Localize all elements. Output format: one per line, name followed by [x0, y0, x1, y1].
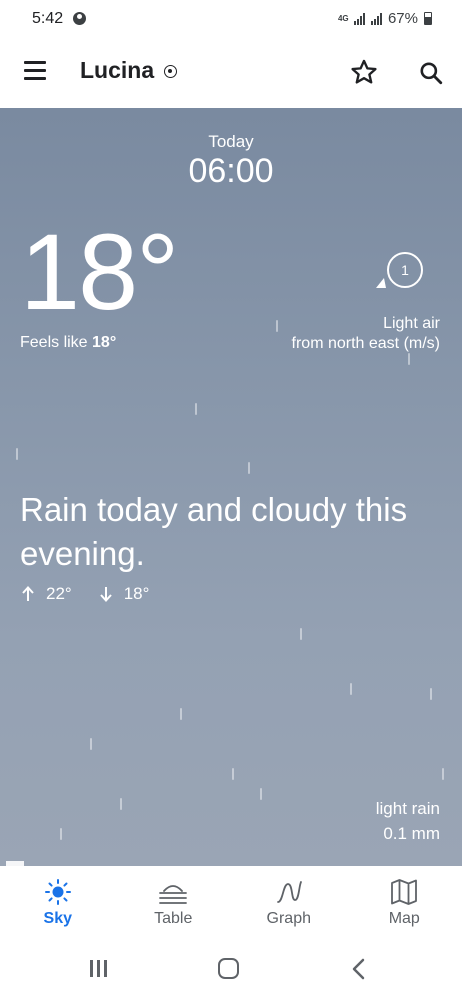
table-icon [159, 885, 188, 904]
wind-direction: from north east (m/s) [291, 335, 440, 352]
nav-sky-label: Sky [43, 910, 72, 927]
precipitation: light rain 0.1 mm [376, 796, 440, 846]
feels-like-value: 18° [92, 334, 117, 351]
rain-drop [60, 828, 62, 840]
sun-icon [44, 879, 71, 905]
rain-drop [430, 688, 432, 700]
battery-icon [424, 12, 432, 25]
forecast-day: Today [208, 132, 254, 151]
bottom-navigation: Sky Table Graph Map [0, 866, 462, 938]
account-status-icon [73, 12, 86, 25]
favorite-star-icon[interactable] [350, 58, 378, 86]
nav-graph-label: Graph [266, 910, 311, 927]
signal-icon-2 [370, 12, 382, 25]
current-temperature: 18° [20, 211, 179, 332]
system-navigation-bar [0, 938, 462, 1000]
rain-drop [120, 798, 122, 810]
signal-icon [353, 12, 365, 25]
rain-drop [276, 320, 278, 332]
rain-drop [90, 738, 92, 750]
menu-icon[interactable] [24, 61, 48, 81]
current-location-icon [164, 65, 177, 78]
precipitation-type: light rain [375, 799, 440, 818]
high-temp-value: 22° [46, 584, 72, 603]
map-icon [391, 879, 418, 905]
rain-drop [260, 788, 262, 800]
home-icon[interactable] [218, 958, 239, 979]
high-low: 22° 18° [22, 584, 149, 604]
high-temp: 22° [22, 584, 72, 604]
status-icons: 4G 67% [338, 10, 432, 27]
wind-speed: 1 [401, 262, 409, 278]
rain-drop [350, 683, 352, 695]
rain-drop [248, 462, 250, 474]
location-title[interactable]: Lucina [80, 57, 154, 84]
low-temp-value: 18° [123, 584, 150, 603]
low-temp: 18° [99, 584, 150, 604]
wind-description: Light air from north east (m/s) [292, 314, 440, 354]
precipitation-amount: 0.1 mm [383, 824, 440, 843]
nav-sky[interactable]: Sky [0, 866, 116, 938]
status-bar: 5:42 4G 67% [0, 0, 462, 36]
wind-strength: Light air [383, 315, 440, 332]
back-icon[interactable] [350, 958, 368, 980]
weather-panel[interactable]: Today 06:00 18° Feels like 18° 1 Light a… [0, 108, 462, 866]
forecast-time: 06:00 [188, 152, 274, 190]
rain-drop [408, 353, 410, 365]
rain-drop [195, 403, 197, 415]
arrow-down-icon [99, 587, 112, 602]
recent-apps-icon[interactable] [90, 960, 110, 978]
rain-drop [442, 768, 444, 780]
weather-summary: Rain today and cloudy this evening. [20, 491, 408, 572]
feels-like: Feels like 18° [20, 334, 116, 352]
rain-drop [180, 708, 182, 720]
app-bar: Lucina [0, 36, 462, 108]
arrow-up-icon [22, 586, 34, 601]
rain-drop [16, 448, 18, 460]
nav-map[interactable]: Map [347, 866, 462, 938]
rain-drop [232, 768, 234, 780]
network-type: 4G [337, 13, 349, 23]
wind-direction-icon: 1 [372, 248, 428, 292]
rain-drop [300, 628, 302, 640]
nav-table-label: Table [154, 910, 193, 927]
feels-like-label: Feels like [20, 334, 88, 351]
nav-graph[interactable]: Graph [231, 866, 347, 938]
search-icon[interactable] [418, 60, 444, 86]
graph-icon [276, 881, 302, 903]
battery-percent: 67% [387, 10, 418, 27]
status-time: 5:42 [32, 10, 64, 27]
nav-table[interactable]: Table [116, 866, 232, 938]
nav-map-label: Map [388, 910, 420, 927]
